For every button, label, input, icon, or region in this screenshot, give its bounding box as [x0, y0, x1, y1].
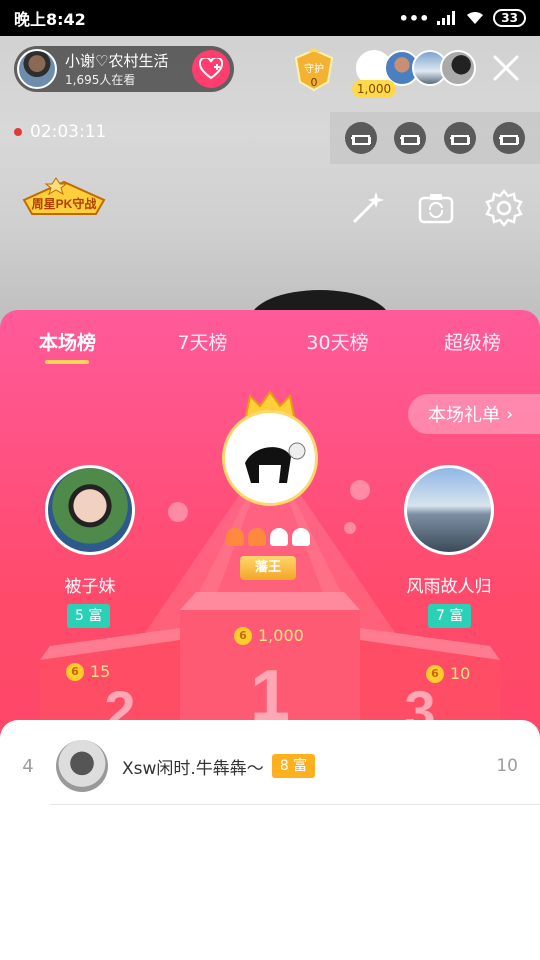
seat-sofa-icon[interactable] [394, 122, 427, 154]
seat-sofa-icon[interactable] [344, 122, 377, 154]
coin-icon: 6 [234, 626, 252, 645]
live-timer: 02:03:11 [14, 122, 106, 142]
heart-plus-icon [199, 58, 223, 80]
second-place-coins: 6 15 [66, 662, 110, 681]
gift-list-button[interactable]: 本场礼单 › [408, 394, 540, 434]
first-place-avatar-image [245, 442, 306, 483]
viewer-avatar[interactable] [440, 50, 476, 86]
tab-7-days[interactable]: 7天榜 [135, 328, 270, 355]
recording-dot-icon [14, 128, 22, 136]
first-place-coins: 6 1,000 [234, 626, 304, 645]
magic-wand-icon[interactable] [348, 188, 388, 228]
signal-icon [437, 11, 456, 25]
host-name: 小谢♡农村生活 [65, 52, 169, 70]
host-avatar[interactable] [17, 49, 57, 89]
ranking-tabs: 本场榜 7天榜 30天榜 超级榜 [0, 328, 540, 355]
battery-icon: 33 [493, 9, 526, 27]
third-place-coins: 6 10 [426, 664, 470, 683]
coin-icon: 6 [426, 664, 444, 683]
third-place-avatar[interactable] [404, 465, 494, 555]
seat-sofa-icon[interactable] [493, 122, 526, 154]
guard-count: 0 [310, 76, 318, 89]
first-place-coin-value: 1,000 [258, 626, 304, 645]
gift-icons [226, 528, 310, 546]
list-item[interactable]: 4 Xsw闲时.牛犇犇～ 8 富 10 [0, 736, 540, 796]
third-place-name: 风雨故人归 [406, 577, 492, 597]
timer-text: 02:03:11 [30, 122, 107, 142]
ice-cream-icon [248, 528, 266, 546]
seat-sofa-icon[interactable] [443, 122, 476, 154]
active-tab-indicator [45, 360, 89, 364]
weekly-star-badge[interactable]: 周星PK守战 [16, 172, 112, 218]
host-info[interactable]: 小谢♡农村生活 1,695人在看 [14, 46, 234, 92]
ice-cream-icon [226, 528, 244, 546]
row-rank: 4 [22, 755, 34, 777]
weekly-badge-text: 周星PK守战 [32, 196, 97, 211]
ice-cream-icon [270, 528, 288, 546]
ice-cream-icon [292, 528, 310, 546]
follow-button[interactable] [192, 50, 230, 88]
status-time: 晚上8:42 [14, 10, 86, 29]
row-value: 10 [496, 756, 518, 776]
second-place-coin-value: 15 [90, 662, 111, 681]
status-bar: 晚上8:42 ••• 33 [0, 0, 540, 36]
more-dots-icon: ••• [398, 8, 430, 28]
coin-icon: 6 [66, 662, 84, 681]
first-place-avatar[interactable] [222, 410, 318, 506]
guard-label: 守护 [304, 64, 324, 75]
second-place-avatar[interactable] [45, 465, 135, 555]
row-name: Xsw闲时.牛犇犇～ [122, 758, 264, 779]
chevron-right-icon: › [506, 403, 514, 425]
wifi-icon [467, 11, 484, 24]
noble-title-badge: 藩王 [240, 556, 296, 580]
viewer-count: 1,695人在看 [65, 73, 136, 87]
third-place-coin-value: 10 [450, 664, 471, 683]
avatar[interactable] [56, 740, 108, 792]
camera-switch-icon[interactable] [416, 188, 456, 228]
second-place-rich-badge: 5 富 [67, 604, 111, 628]
gift-list-label: 本场礼单 [428, 405, 500, 426]
close-icon[interactable] [490, 52, 522, 84]
row-rich-badge: 8 富 [271, 754, 316, 778]
ranking-list: 4 Xsw闲时.牛犇犇～ 8 富 10 [0, 720, 540, 960]
top-viewer-coins: 1,000 [352, 80, 396, 98]
third-place-rich-badge: 7 富 [428, 604, 472, 628]
tab-super[interactable]: 超级榜 [405, 328, 540, 355]
tab-30-days[interactable]: 30天榜 [270, 328, 405, 355]
tab-current-show[interactable]: 本场榜 [0, 328, 135, 355]
second-place-name: 被子妹 [64, 577, 116, 597]
seat-bar [330, 112, 540, 164]
settings-gear-icon[interactable] [484, 188, 524, 228]
divider [50, 804, 540, 805]
